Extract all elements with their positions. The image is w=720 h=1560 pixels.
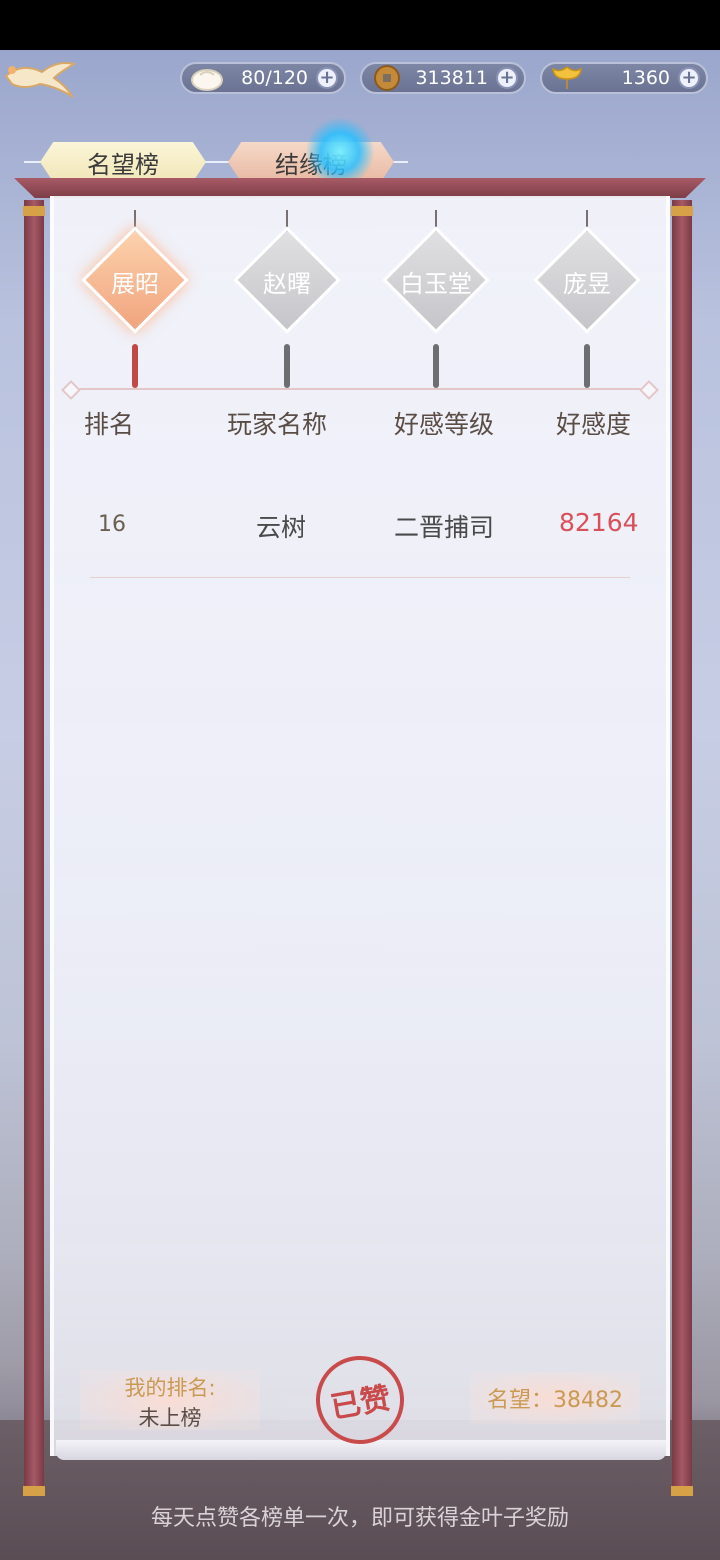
frame-right-post — [672, 200, 692, 1490]
frame-cap — [671, 206, 693, 216]
rank-badge: 16 — [92, 504, 132, 544]
character-name: 庞昱 — [563, 270, 611, 298]
gold-leaf-value: 1360 — [621, 67, 670, 89]
affinity-level: 二晋捕司 — [394, 513, 495, 542]
frame-top-beam — [14, 178, 706, 198]
bun-icon — [190, 65, 224, 91]
row-divider — [90, 577, 630, 578]
add-stamina-button[interactable]: + — [316, 67, 338, 89]
frame-cap — [23, 1486, 45, 1496]
daily-like-tip: 每天点赞各榜单一次，即可获得金叶子奖励 — [150, 1506, 569, 1531]
liked-stamp-text: 已赞 — [328, 1381, 394, 1426]
leaderboard-screen: 80/120 + 313811 + 1360 + 名望榜 结缘榜 展昭 — [0, 50, 720, 1560]
header-affinity: 好感度 — [556, 410, 632, 439]
character-tab-pangyu[interactable]: 庞昱 — [527, 210, 647, 390]
header-rank: 排名 — [84, 410, 135, 439]
character-tab-zhaoshu[interactable]: 赵曙 — [227, 210, 347, 390]
player-name: 云树 — [256, 513, 307, 542]
copper-coin-icon — [370, 65, 404, 91]
my-rank-box: 我的排名: 未上榜 — [80, 1370, 260, 1430]
character-tab-baiyutang[interactable]: 白玉堂 — [376, 210, 496, 390]
fame-value: 名望：38482 — [470, 1372, 640, 1424]
coin-counter: 313811 + — [360, 62, 526, 94]
tassel-icon — [433, 344, 439, 388]
frame-cap — [671, 1486, 693, 1496]
tab-line-mid — [205, 161, 231, 163]
coin-value: 313811 — [415, 67, 488, 89]
swallow-back-icon[interactable] — [2, 56, 77, 99]
character-tab-zhanzhao[interactable]: 展昭 — [75, 210, 195, 390]
tap-indicator — [306, 118, 374, 186]
character-name: 赵曙 — [263, 270, 311, 298]
add-coin-button[interactable]: + — [496, 67, 518, 89]
affinity-value: 82164 — [559, 508, 639, 537]
character-name: 白玉堂 — [400, 270, 472, 298]
header-divider — [70, 388, 650, 390]
stamina-value: 80/120 — [241, 67, 308, 89]
gold-leaf-counter: 1360 + — [540, 62, 708, 94]
my-rank-label: 我的排名: — [124, 1376, 216, 1400]
my-rank-value: 未上榜 — [138, 1406, 202, 1430]
character-name: 展昭 — [111, 270, 159, 298]
stamina-counter: 80/120 + — [180, 62, 346, 94]
frame-cap — [23, 206, 45, 216]
gold-leaf-icon — [550, 65, 584, 91]
header-affinity-level: 好感等级 — [394, 410, 495, 439]
tassel-icon — [584, 344, 590, 388]
header-player-name: 玩家名称 — [227, 410, 328, 439]
tab-line-right — [392, 161, 408, 163]
tab-fame-ranking[interactable]: 名望榜 — [40, 142, 206, 182]
add-gold-leaf-button[interactable]: + — [678, 67, 700, 89]
tassel-icon — [284, 344, 290, 388]
tassel-icon — [132, 344, 138, 388]
frame-left-post — [24, 200, 44, 1490]
